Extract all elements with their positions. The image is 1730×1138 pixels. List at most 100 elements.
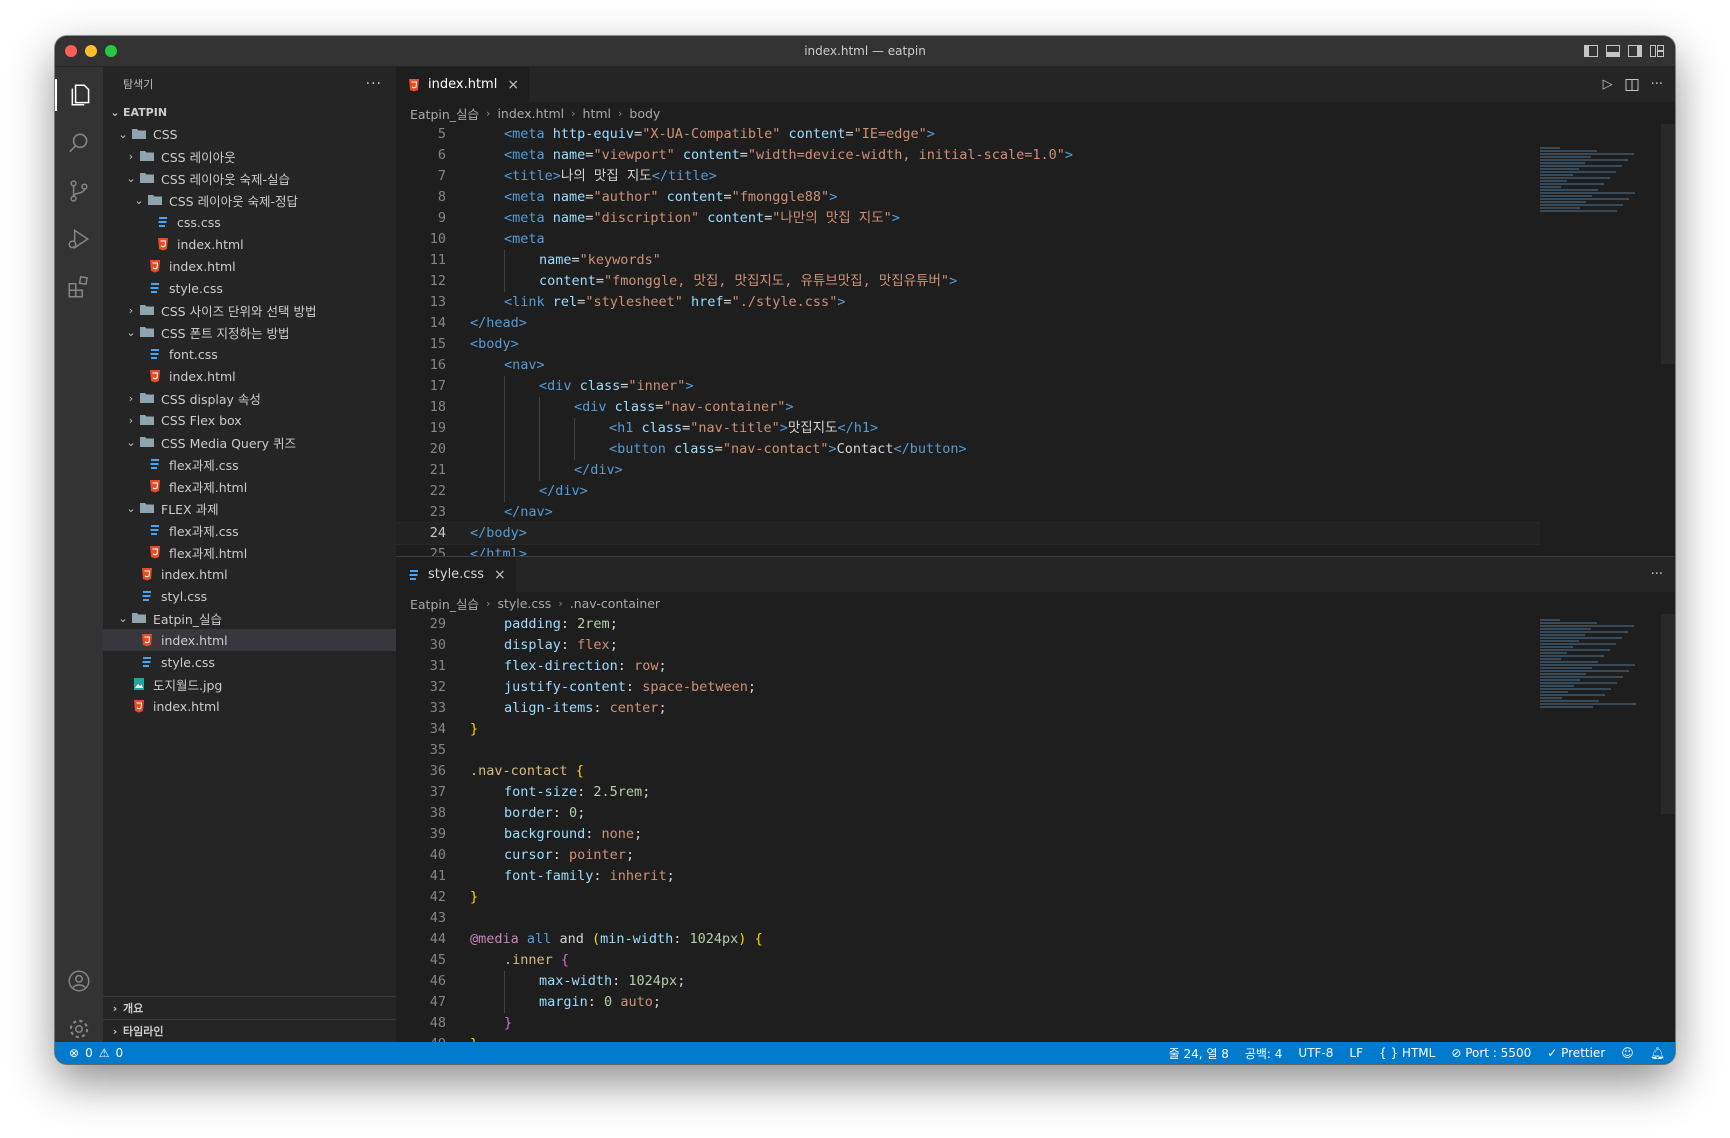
- breadcrumb-item[interactable]: index.html: [497, 106, 564, 121]
- code-line[interactable]: 36 .nav-contact {: [396, 761, 1540, 782]
- file-item[interactable]: flex과제.css: [103, 519, 396, 541]
- file-item[interactable]: index.html: [103, 629, 396, 651]
- tab-style-css[interactable]: style.css ×: [396, 557, 516, 592]
- code-line[interactable]: 22 </div>: [396, 481, 1540, 502]
- breadcrumb-item[interactable]: style.css: [497, 596, 551, 611]
- breadcrumb-item[interactable]: .nav-container: [570, 596, 660, 611]
- explorer-activity[interactable]: [55, 79, 105, 111]
- code-line[interactable]: 11 name="keywords": [396, 250, 1540, 271]
- code-line[interactable]: 35: [396, 740, 1540, 761]
- code-line[interactable]: 43: [396, 908, 1540, 929]
- outline-section[interactable]: › 개요: [103, 996, 396, 1019]
- tab-index-html[interactable]: index.html ×: [396, 67, 530, 102]
- code-line[interactable]: 41 font-family: inherit;: [396, 866, 1540, 887]
- code-line[interactable]: 9 <meta name="discription" content="나만의 맛…: [396, 208, 1540, 229]
- folder-item[interactable]: › CSS 레이아웃: [103, 145, 396, 167]
- breadcrumb-item[interactable]: body: [629, 106, 660, 121]
- toggle-panel-icon[interactable]: [1605, 43, 1621, 59]
- code-line[interactable]: 45 .inner {: [396, 950, 1540, 971]
- code-line[interactable]: 12 content="fmonggle, 맛집, 맛집지도, 유튜브맛집, 맛집…: [396, 271, 1540, 292]
- file-item[interactable]: index.html: [103, 365, 396, 387]
- code-line[interactable]: 14 </head>: [396, 313, 1540, 334]
- code-line[interactable]: 21 </div>: [396, 460, 1540, 481]
- manage-activity[interactable]: [63, 1013, 95, 1045]
- code-line[interactable]: 37 font-size: 2.5rem;: [396, 782, 1540, 803]
- live-server-status[interactable]: ⊘ Port : 5500: [1451, 1046, 1531, 1060]
- code-line[interactable]: 5 <meta http-equiv="X-UA-Compatible" cont…: [396, 124, 1540, 145]
- code-line[interactable]: 44 @media all and (min-width: 1024px) {: [396, 929, 1540, 950]
- toggle-secondary-sidebar-icon[interactable]: [1627, 43, 1643, 59]
- code-line[interactable]: 29 padding: 2rem;: [396, 614, 1540, 635]
- file-item[interactable]: styl.css: [103, 585, 396, 607]
- code-line[interactable]: 46 max-width: 1024px;: [396, 971, 1540, 992]
- close-icon[interactable]: ×: [494, 567, 506, 583]
- file-item[interactable]: index.html: [103, 233, 396, 255]
- accounts-activity[interactable]: [63, 965, 95, 997]
- indentation-status[interactable]: 공백: 4: [1245, 1045, 1283, 1062]
- toggle-sidebar-icon[interactable]: [1583, 43, 1599, 59]
- feedback-icon[interactable]: ☺: [1621, 1046, 1634, 1060]
- css-code-view[interactable]: 29 padding: 2rem; 30 display: flex; 31 flex-d…: [396, 614, 1540, 1042]
- file-item[interactable]: font.css: [103, 343, 396, 365]
- file-item[interactable]: flex과제.css: [103, 453, 396, 475]
- folder-item[interactable]: ⌄ CSS: [103, 123, 396, 145]
- code-line[interactable]: 15 <body>: [396, 334, 1540, 355]
- code-line[interactable]: 34}: [396, 719, 1540, 740]
- problems-status[interactable]: ⊗ 0 ⚠ 0: [55, 1046, 123, 1060]
- code-line[interactable]: 6 <meta name="viewport" content="width=de…: [396, 145, 1540, 166]
- folder-item[interactable]: ⌄ CSS 폰트 지정하는 방법: [103, 321, 396, 343]
- code-line[interactable]: 16 <nav>: [396, 355, 1540, 376]
- folder-item[interactable]: ⌄ Eatpin_실습: [103, 607, 396, 629]
- code-line[interactable]: 17 <div class="inner">: [396, 376, 1540, 397]
- run-debug-activity[interactable]: [63, 223, 95, 255]
- code-line[interactable]: 20 <button class="nav-contact">Contact</b…: [396, 439, 1540, 460]
- code-line[interactable]: 18 <div class="nav-container">: [396, 397, 1540, 418]
- code-line[interactable]: 13 <link rel="stylesheet" href="./style.c…: [396, 292, 1540, 313]
- customize-layout-icon[interactable]: [1649, 43, 1665, 59]
- timeline-section[interactable]: › 타임라인: [103, 1019, 396, 1042]
- split-editor-icon[interactable]: [1625, 78, 1639, 92]
- file-item[interactable]: css.css: [103, 211, 396, 233]
- minimap[interactable]: [1540, 619, 1660, 709]
- run-icon[interactable]: ▷: [1603, 77, 1613, 92]
- folder-item[interactable]: ⌄ CSS Media Query 퀴즈: [103, 431, 396, 453]
- breadcrumb-item[interactable]: Eatpin_실습: [410, 104, 479, 123]
- code-line[interactable]: 31 flex-direction: row;: [396, 656, 1540, 677]
- code-line[interactable]: 25 </html>: [396, 544, 1540, 556]
- prettier-status[interactable]: ✓ Prettier: [1547, 1046, 1605, 1060]
- code-line[interactable]: 8 <meta name="author" content="fmonggle88…: [396, 187, 1540, 208]
- code-line[interactable]: 30 display: flex;: [396, 635, 1540, 656]
- code-line[interactable]: 33 align-items: center;: [396, 698, 1540, 719]
- eol-status[interactable]: LF: [1349, 1046, 1363, 1060]
- workspace-root[interactable]: ⌄ EATPIN: [103, 101, 396, 123]
- folder-item[interactable]: ⌄ CSS 레이아웃 숙제-정답: [103, 189, 396, 211]
- folder-item[interactable]: › CSS 사이즈 단위와 선택 방법: [103, 299, 396, 321]
- file-item[interactable]: style.css: [103, 277, 396, 299]
- search-activity[interactable]: [63, 127, 95, 159]
- code-line[interactable]: 39 background: none;: [396, 824, 1540, 845]
- more-actions-icon[interactable]: ···: [1651, 77, 1663, 92]
- code-line[interactable]: 49}: [396, 1034, 1540, 1042]
- minimap[interactable]: [1540, 147, 1660, 213]
- folder-item[interactable]: ⌄ CSS 레이아웃 숙제-실습: [103, 167, 396, 189]
- code-line[interactable]: 24 </body>: [396, 522, 1540, 545]
- cursor-position[interactable]: 줄 24, 열 8: [1169, 1045, 1229, 1062]
- notifications-icon[interactable]: 🔔︎: [1650, 1046, 1665, 1060]
- scrollbar[interactable]: [1661, 614, 1675, 814]
- file-item[interactable]: index.html: [103, 563, 396, 585]
- code-line[interactable]: 42}: [396, 887, 1540, 908]
- file-item[interactable]: flex과제.html: [103, 541, 396, 563]
- close-icon[interactable]: ×: [507, 77, 519, 93]
- folder-item[interactable]: › CSS display 속성: [103, 387, 396, 409]
- code-line[interactable]: 32 justify-content: space-between;: [396, 677, 1540, 698]
- file-item[interactable]: flex과제.html: [103, 475, 396, 497]
- code-line[interactable]: 10 <meta: [396, 229, 1540, 250]
- more-actions-icon[interactable]: ···: [366, 76, 382, 92]
- folder-item[interactable]: ⌄ FLEX 과제: [103, 497, 396, 519]
- file-item[interactable]: 도지월드.jpg: [103, 673, 396, 695]
- code-line[interactable]: 23 </nav>: [396, 502, 1540, 523]
- file-item[interactable]: style.css: [103, 651, 396, 673]
- scrollbar[interactable]: [1661, 124, 1675, 364]
- encoding-status[interactable]: UTF-8: [1298, 1046, 1333, 1060]
- code-line[interactable]: 19 <h1 class="nav-title">맛집지도</h1>: [396, 418, 1540, 439]
